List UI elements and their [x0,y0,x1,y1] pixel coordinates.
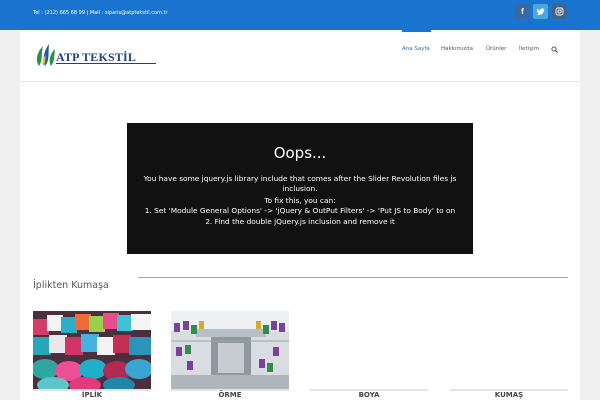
instagram-icon[interactable] [552,4,567,19]
error-line: You have some jquery.js library include … [143,174,457,183]
section-title: İplikten Kumaşa [33,280,109,291]
section-divider [138,277,568,278]
error-line: 1. Set 'Module General Options' -> 'jQue… [144,206,456,215]
nav-contact[interactable]: İletişim [519,46,539,52]
active-nav-indicator [402,30,431,32]
nav-home[interactable]: Ana Sayfa [402,46,430,52]
facebook-icon[interactable]: f [515,4,530,19]
yarn-image[interactable] [33,311,151,389]
card-label-orme[interactable]: ÖRME [171,391,289,399]
card-label-iplik[interactable]: İPLİK [33,391,151,399]
search-icon[interactable] [551,46,558,53]
error-line: To fix this, you can: [264,196,336,205]
twitter-icon[interactable] [533,4,548,19]
error-line: inclusion. [282,184,318,193]
card-label-boya[interactable]: BOYA [310,391,428,399]
card-label-kumas[interactable]: KUMAŞ [450,391,568,399]
error-line: 2. Find the double jQuery.js inclusion a… [205,217,395,226]
nav-about[interactable]: Hakkımızda [441,46,473,52]
site-header: ATP TEKSTİL Ana Sayfa Hakkımızda Ürünler… [20,30,580,82]
logo-underline [56,63,156,64]
nav-products[interactable]: Ürünler [486,46,506,52]
contact-info: Tel : (212) 665 68 99 | Mail : siparis@a… [33,10,168,16]
top-bar: Tel : (212) 665 68 99 | Mail : siparis@a… [0,0,600,30]
knitting-machine-image[interactable] [171,311,289,389]
slider-error-box: Oops... You have some jquery.js library … [127,123,473,254]
error-title: Oops... [273,144,327,162]
